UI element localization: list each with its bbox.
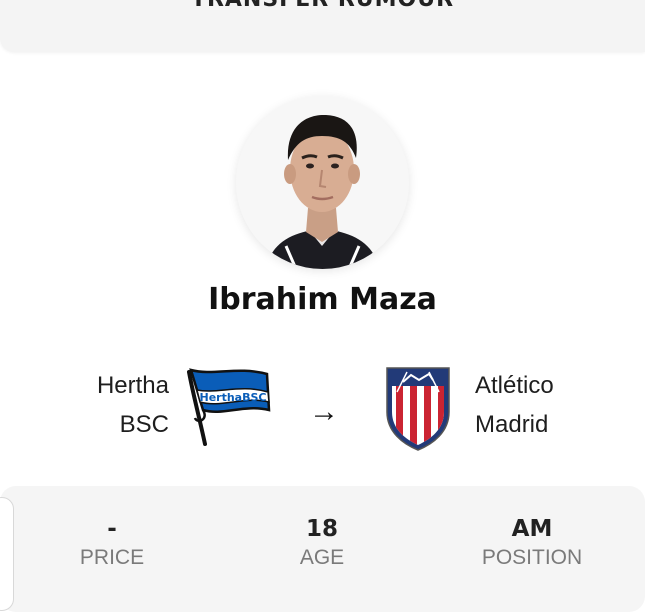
position-label: POSITION [481,546,583,569]
stat-price: - PRICE [12,512,212,570]
hertha-logo-text: HerthaBSC [200,391,267,404]
to-club-name-line1: Atlético [475,372,554,399]
atletico-madrid-logo-icon [383,362,453,452]
price-label: PRICE [79,546,145,569]
from-club-name-line2: BSC [119,411,169,438]
from-club-name: Hertha BSC [97,366,169,444]
stat-age: 18 AGE [222,512,422,570]
price-value: - [107,516,117,542]
player-avatar [236,96,409,269]
age-value: 18 [305,516,338,542]
to-club-name-line2: Madrid [475,411,549,438]
to-club-name: Atlético Madrid [475,366,554,444]
transfer-arrow-icon: → [309,395,339,428]
page-title: TRANSFER RUMOUR [0,0,645,12]
header-bar: TRANSFER RUMOUR [0,0,645,52]
age-label: AGE [299,546,345,569]
player-photo-icon [236,96,409,269]
player-name: Ibrahim Maza [208,282,437,317]
stat-position: AM POSITION [432,512,632,570]
from-club-name-line1: Hertha [96,372,169,399]
position-value: AM [511,516,553,542]
hertha-bsc-logo-icon: HerthaBSC [183,364,275,448]
